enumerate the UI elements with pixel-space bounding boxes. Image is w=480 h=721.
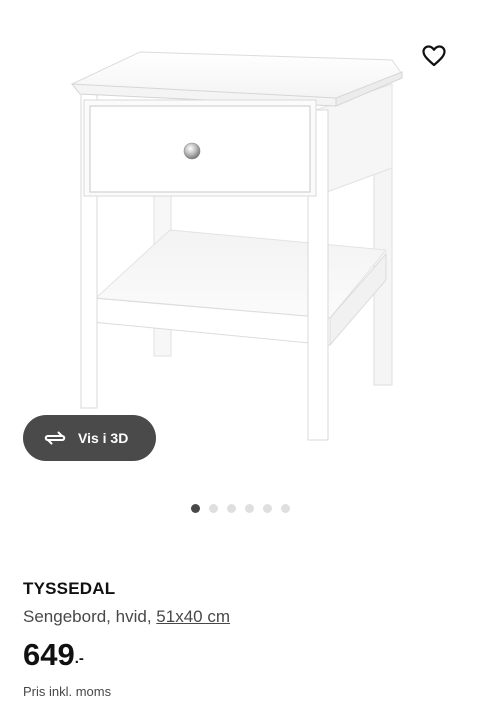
carousel-dot[interactable]	[280, 504, 290, 513]
heart-icon	[422, 44, 446, 72]
product-name: TYSSEDAL	[23, 579, 116, 598]
view-3d-label: Vis i 3D	[78, 430, 129, 446]
product-image[interactable]	[0, 0, 480, 480]
measurement-link[interactable]: 51x40 cm	[156, 607, 230, 626]
product-price: 649 .-	[23, 636, 84, 674]
bedside-table-image	[70, 51, 403, 441]
carousel-dot[interactable]	[262, 504, 272, 513]
view-3d-button[interactable]: Vis i 3D	[23, 415, 156, 461]
product-type: Sengebord, hvid,	[23, 607, 152, 626]
carousel-dot[interactable]	[208, 504, 218, 513]
carousel-dot[interactable]	[226, 504, 236, 513]
carousel-indicator	[0, 504, 480, 516]
carousel-dot[interactable]	[190, 504, 200, 513]
price-suffix: .-	[74, 650, 84, 667]
price-note: Pris inkl. moms	[23, 684, 112, 699]
carousel-dot[interactable]	[244, 504, 254, 513]
product-description: Sengebord, hvid, 51x40 cm	[23, 607, 230, 627]
price-amount: 649	[23, 637, 75, 672]
rotate-3d-icon	[43, 430, 67, 446]
favorite-button[interactable]	[416, 40, 452, 76]
